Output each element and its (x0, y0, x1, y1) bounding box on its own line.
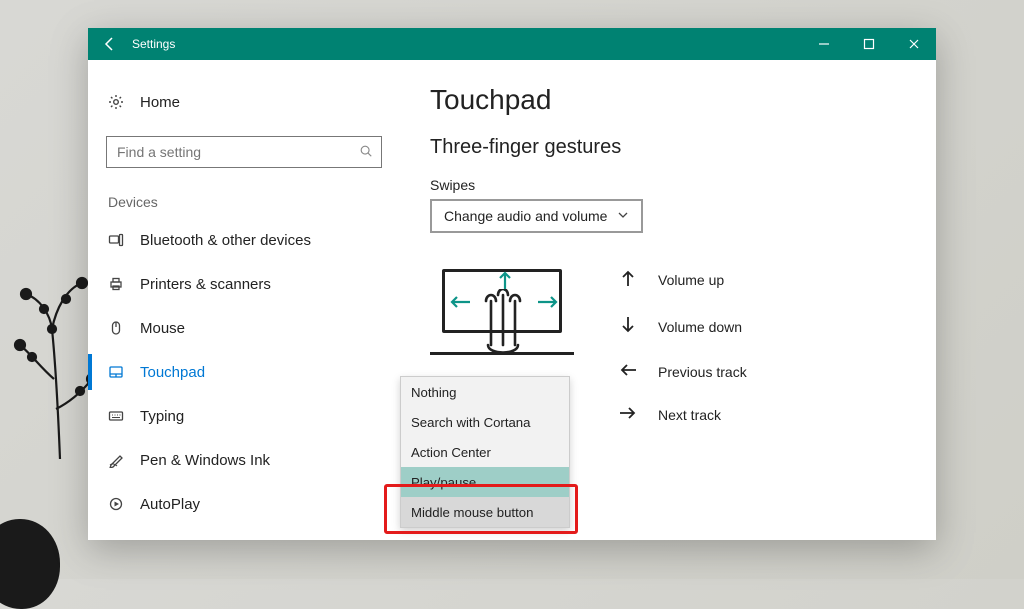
sidebar-item-autoplay[interactable]: AutoPlay (88, 482, 400, 526)
touchpad-icon (108, 364, 140, 380)
sidebar-item-printers[interactable]: Printers & scanners (88, 262, 400, 306)
sidebar-item-label: Mouse (140, 320, 185, 337)
swipes-label: Swipes (430, 177, 906, 193)
menu-item-nothing[interactable]: Nothing (401, 377, 569, 407)
sidebar-home-label: Home (140, 94, 180, 111)
arrow-right-icon (618, 406, 638, 423)
sidebar: Home Devices Bluetooth & other devices (88, 60, 400, 540)
pen-icon (108, 452, 140, 468)
mouse-icon (108, 320, 140, 336)
devices-icon (108, 232, 140, 248)
sidebar-item-pen[interactable]: Pen & Windows Ink (88, 438, 400, 482)
sidebar-group-heading: Devices (88, 194, 400, 210)
tap-action-menu: Nothing Search with Cortana Action Cente… (400, 376, 570, 528)
maximize-button[interactable] (846, 28, 891, 60)
search-input[interactable] (107, 144, 351, 160)
swipes-value: Change audio and volume (444, 208, 607, 224)
gesture-row-up: Volume up (618, 269, 747, 290)
menu-item-action-center[interactable]: Action Center (401, 437, 569, 467)
arrow-up-icon (618, 269, 638, 290)
menu-item-middle-mouse[interactable]: Middle mouse button (401, 497, 569, 527)
settings-window: Settings Home De (88, 28, 936, 540)
arrow-left-icon (448, 293, 472, 316)
sidebar-item-label: Bluetooth & other devices (140, 232, 311, 249)
menu-item-search-cortana[interactable]: Search with Cortana (401, 407, 569, 437)
sidebar-home[interactable]: Home (88, 82, 400, 122)
search-box[interactable] (106, 136, 382, 168)
sidebar-item-bluetooth[interactable]: Bluetooth & other devices (88, 218, 400, 262)
gear-icon (108, 94, 140, 110)
sidebar-item-touchpad[interactable]: Touchpad (88, 350, 400, 394)
swipes-dropdown[interactable]: Change audio and volume (430, 199, 643, 233)
sidebar-item-label: AutoPlay (140, 496, 200, 513)
gesture-row-right: Next track (618, 406, 747, 423)
titlebar: Settings (88, 28, 936, 60)
gesture-action-list: Volume up Volume down Previous track Nex… (618, 263, 747, 423)
page-title: Touchpad (430, 84, 906, 116)
gesture-label: Next track (658, 407, 721, 423)
printer-icon (108, 276, 140, 292)
three-fingers-icon (476, 289, 530, 364)
sidebar-item-label: Pen & Windows Ink (140, 452, 270, 469)
autoplay-icon (108, 496, 140, 512)
window-title: Settings (132, 37, 175, 51)
gesture-label: Volume up (658, 272, 724, 288)
sidebar-item-typing[interactable]: Typing (88, 394, 400, 438)
sidebar-item-mouse[interactable]: Mouse (88, 306, 400, 350)
sidebar-item-label: Touchpad (140, 364, 205, 381)
sidebar-item-label: Typing (140, 408, 184, 425)
arrow-down-icon (618, 316, 638, 337)
gesture-diagram (430, 263, 590, 373)
sidebar-nav-list: Bluetooth & other devices Printers & sca… (88, 218, 400, 526)
close-button[interactable] (891, 28, 936, 60)
gesture-row-down: Volume down (618, 316, 747, 337)
gesture-label: Previous track (658, 364, 747, 380)
arrow-left-icon (618, 363, 638, 380)
menu-item-play-pause[interactable]: Play/pause (401, 467, 569, 497)
search-icon (351, 144, 381, 161)
gesture-label: Volume down (658, 319, 742, 335)
chevron-down-icon (617, 208, 629, 224)
arrow-right-icon (536, 293, 560, 316)
main-content: Touchpad Three-finger gestures Swipes Ch… (400, 60, 936, 540)
minimize-button[interactable] (801, 28, 846, 60)
sidebar-item-label: Printers & scanners (140, 276, 271, 293)
gesture-row-left: Previous track (618, 363, 747, 380)
section-heading: Three-finger gestures (430, 136, 906, 159)
keyboard-icon (108, 408, 140, 424)
back-button[interactable] (88, 28, 132, 60)
